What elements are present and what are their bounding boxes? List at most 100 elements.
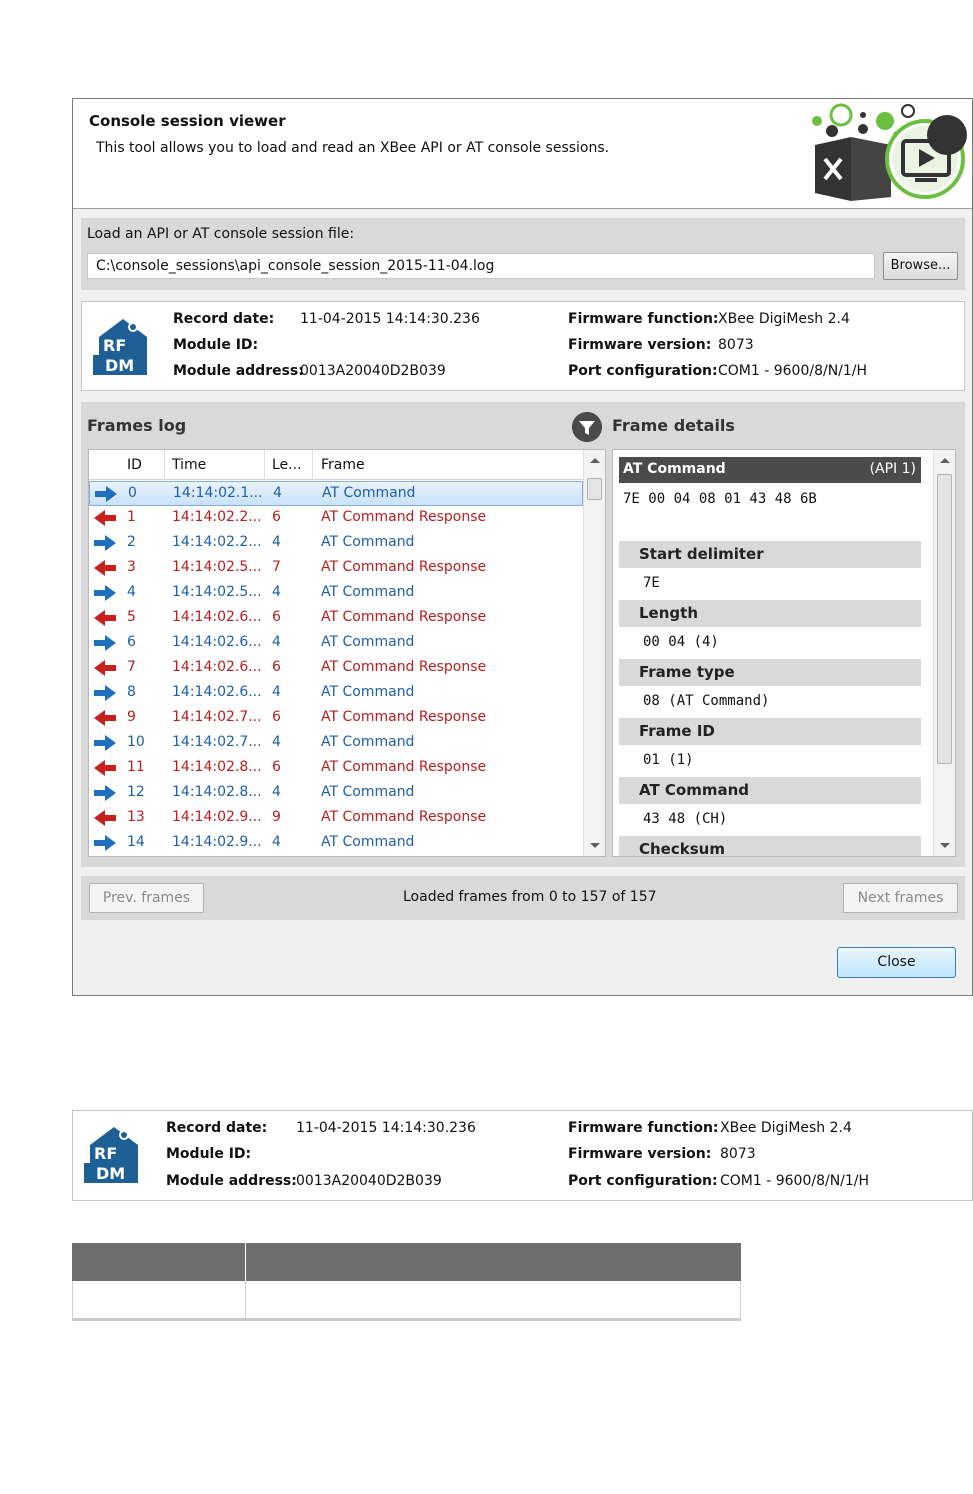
frame-details-scrollbar[interactable]	[933, 450, 955, 856]
frame-time-cell: 14:14:02.6...	[172, 659, 262, 675]
scrollbar-thumb[interactable]	[937, 474, 952, 764]
module-id-label: Module ID:	[166, 1146, 252, 1162]
frame-id-cell: 9	[127, 709, 136, 725]
firmware-version-label: Firmware version:	[568, 337, 712, 353]
frame-time-cell: 14:14:02.9...	[172, 809, 262, 825]
length-value: 00 04 (4)	[643, 634, 719, 650]
frame-length-cell: 6	[272, 609, 281, 625]
file-load-panel: Load an API or AT console session file: …	[81, 218, 965, 290]
at-command-value: 43 48 (CH)	[643, 811, 728, 827]
table-row[interactable]: 12 14:14:02.8... 4 AT Command	[89, 781, 583, 806]
frame-length-cell: 6	[272, 659, 281, 675]
frame-type-cell: AT Command Response	[321, 659, 487, 675]
table-row[interactable]: 11 14:14:02.8... 6 AT Command Response	[89, 756, 583, 781]
outgoing-arrow-icon	[94, 785, 116, 801]
frame-id-cell: 5	[127, 609, 136, 625]
module-address-label: Module address:	[173, 363, 304, 379]
frames-log-title: Frames log	[87, 416, 187, 435]
frame-time-cell: 14:14:02.2...	[172, 534, 262, 550]
section-checksum: Checksum	[619, 836, 921, 856]
frame-type-cell: AT Command Response	[321, 509, 487, 525]
table-row[interactable]: 5 14:14:02.6... 6 AT Command Response	[89, 606, 583, 631]
frame-time-cell: 14:14:02.6...	[172, 684, 262, 700]
section-length: Length	[619, 600, 921, 627]
table-row[interactable]: 10 14:14:02.7... 4 AT Command	[89, 731, 583, 756]
scroll-down-icon[interactable]	[940, 843, 950, 848]
section-at-command: AT Command	[619, 777, 921, 804]
column-header-length[interactable]: Le...	[272, 457, 302, 473]
port-config-label: Port configuration:	[568, 363, 718, 379]
scroll-up-icon[interactable]	[590, 458, 600, 463]
scroll-up-icon[interactable]	[940, 458, 950, 463]
frame-type-cell: AT Command	[321, 734, 415, 750]
outgoing-arrow-icon	[94, 585, 116, 601]
frame-time-cell: 14:14:02.5...	[172, 559, 262, 575]
prev-frames-button[interactable]: Prev. frames	[89, 883, 204, 913]
frame-length-cell: 4	[272, 834, 281, 850]
incoming-arrow-icon	[94, 710, 116, 726]
close-button[interactable]: Close	[837, 947, 956, 978]
frame-length-cell: 4	[272, 634, 281, 650]
frame-length-cell: 4	[272, 534, 281, 550]
frame-type-cell: AT Command	[321, 534, 415, 550]
console-session-viewer-dialog: Console session viewer This tool allows …	[72, 98, 973, 996]
table-row[interactable]: 14 14:14:02.9... 4 AT Command	[89, 831, 583, 856]
table-row[interactable]: 9 14:14:02.7... 6 AT Command Response	[89, 706, 583, 731]
frame-type-cell: AT Command Response	[321, 809, 487, 825]
frame-id-cell: 8	[127, 684, 136, 700]
dialog-subtitle: This tool allows you to load and read an…	[96, 140, 610, 156]
session-info-panel: RF DM Record date: 11-04-2015 14:14:30.2…	[81, 301, 965, 391]
filter-icon[interactable]	[572, 412, 602, 442]
table-row[interactable]: 6 14:14:02.6... 4 AT Command	[89, 631, 583, 656]
frame-length-cell: 7	[272, 559, 281, 575]
frame-time-cell: 14:14:02.6...	[172, 634, 262, 650]
frame-time-cell: 14:14:02.8...	[172, 759, 262, 775]
table-row[interactable]: 4 14:14:02.5... 4 AT Command	[89, 581, 583, 606]
frame-details-header-api: (API 1)	[869, 461, 916, 477]
column-header-frame[interactable]: Frame	[321, 457, 365, 473]
table-row[interactable]: 0 14:14:02.1... 4 AT Command	[89, 481, 583, 506]
table-row[interactable]: 3 14:14:02.5... 7 AT Command Response	[89, 556, 583, 581]
frame-id-value: 01 (1)	[643, 752, 694, 768]
frame-type-cell: AT Command Response	[321, 609, 487, 625]
frame-type-value: 08 (AT Command)	[643, 693, 770, 709]
frame-type-cell: AT Command Response	[321, 759, 487, 775]
frames-loaded-status: Loaded frames from 0 to 157 of 157	[403, 889, 657, 905]
frame-details-header: AT Command (API 1)	[619, 457, 921, 483]
frame-type-cell: AT Command	[322, 485, 416, 501]
browse-button[interactable]: Browse...	[883, 252, 958, 280]
firmware-function-value: XBee DigiMesh 2.4	[720, 1120, 852, 1136]
frame-length-cell: 6	[272, 509, 281, 525]
frame-time-cell: 14:14:02.8...	[172, 784, 262, 800]
scrollbar-thumb[interactable]	[587, 478, 602, 500]
port-config-value: COM1 - 9600/8/N/1/H	[718, 363, 868, 379]
column-header-time[interactable]: Time	[172, 457, 206, 473]
frame-length-cell: 6	[272, 759, 281, 775]
outgoing-arrow-icon	[94, 685, 116, 701]
frame-length-cell: 4	[272, 684, 281, 700]
frame-raw-bytes: 7E 00 04 08 01 43 48 6B	[623, 491, 817, 507]
column-header-id[interactable]: ID	[127, 457, 142, 473]
frame-time-cell: 14:14:02.2...	[172, 509, 262, 525]
table-row[interactable]: 7 14:14:02.6... 6 AT Command Response	[89, 656, 583, 681]
next-frames-button[interactable]: Next frames	[843, 883, 958, 913]
record-date-value: 11-04-2015 14:14:30.236	[300, 311, 480, 327]
record-date-label: Record date:	[173, 311, 275, 327]
frame-type-cell: AT Command	[321, 834, 415, 850]
firmware-version-value: 8073	[718, 337, 754, 353]
empty-reference-table	[72, 1243, 741, 1321]
file-load-label: Load an API or AT console session file:	[87, 226, 355, 242]
frame-length-cell: 9	[272, 809, 281, 825]
outgoing-arrow-icon	[94, 535, 116, 551]
scroll-down-icon[interactable]	[590, 843, 600, 848]
frame-id-cell: 3	[127, 559, 136, 575]
table-row[interactable]: 2 14:14:02.2... 4 AT Command	[89, 531, 583, 556]
table-row[interactable]: 8 14:14:02.6... 4 AT Command	[89, 681, 583, 706]
table-row[interactable]: 1 14:14:02.2... 6 AT Command Response	[89, 506, 583, 531]
file-path-input[interactable]	[87, 253, 875, 279]
frames-log-scrollbar[interactable]	[583, 450, 605, 856]
frame-time-cell: 14:14:02.1...	[173, 485, 263, 501]
port-config-label: Port configuration:	[568, 1173, 718, 1189]
frame-type-cell: AT Command Response	[321, 559, 487, 575]
table-row[interactable]: 13 14:14:02.9... 9 AT Command Response	[89, 806, 583, 831]
